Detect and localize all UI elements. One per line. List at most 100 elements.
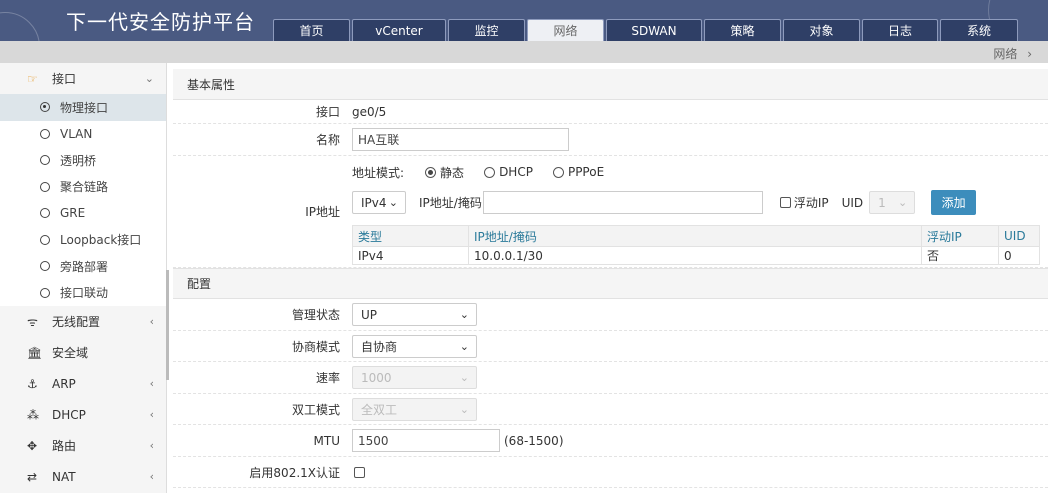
sidebar-item-link-aggregation[interactable]: 聚合链路 <box>0 173 166 200</box>
main-nav-tabs: 首页 vCenter 监控 网络 SDWAN 策略 对象 日志 系统 <box>273 19 1018 41</box>
name-label: 名称 <box>315 133 340 147</box>
sidebar-item-label: VLAN <box>60 126 93 141</box>
speed-select[interactable]: 1000 ⌄ <box>352 366 477 389</box>
sidebar-group-label: 无线配置 <box>52 315 101 329</box>
sidebar-item-transparent-bridge[interactable]: 透明桥 <box>0 147 166 174</box>
column-header[interactable]: 浮动IP <box>921 225 999 247</box>
section-header-basic: 基本属性 <box>173 69 1048 100</box>
sidebar-group-arp[interactable]: ⚓ ARP ‹ <box>0 368 166 399</box>
mtu-input[interactable]: 1500 <box>352 429 500 452</box>
float-ip-label: 浮动IP <box>793 196 829 210</box>
negotiation-label: 协商模式 <box>291 339 340 354</box>
chevron-left-icon: ‹ <box>149 377 154 390</box>
tab-system[interactable]: 系统 <box>940 19 1018 41</box>
dot1x-checkbox[interactable] <box>354 466 365 478</box>
admin-state-select[interactable]: UP ⌄ <box>352 303 477 326</box>
add-ip-button[interactable]: 添加 <box>931 190 977 215</box>
sidebar-group-label: ARP <box>52 376 76 391</box>
radio-label: PPPoE <box>567 165 605 179</box>
chevron-down-icon: ⌄ <box>388 196 398 209</box>
sidebar-item-interface-linkage[interactable]: 接口联动 <box>0 279 166 306</box>
radio-dhcp[interactable]: DHCP <box>484 165 533 179</box>
sidebar-group-interface[interactable]: ☞ 接口 ⌄ <box>0 63 166 94</box>
chevron-left-icon: ‹ <box>149 315 154 328</box>
radio-icon <box>484 166 496 178</box>
ip-mask-input[interactable] <box>482 191 763 214</box>
duplex-label: 双工模式 <box>291 402 340 417</box>
ip-address-label: IP地址 <box>305 205 340 219</box>
table-header-row: 类型 IP地址/掩码 浮动IP UID <box>352 225 1040 247</box>
breadcrumb-item[interactable]: 网络 <box>993 47 1017 61</box>
radio-pppoe[interactable]: PPPoE <box>552 165 605 179</box>
sidebar-group-label: 安全域 <box>52 346 89 360</box>
table-row[interactable]: IPv4 10.0.0.1/30 否 0 <box>352 246 1040 265</box>
column-header[interactable]: IP地址/掩码 <box>468 225 922 247</box>
sidebar-item-loopback[interactable]: Loopback接口 <box>0 226 166 253</box>
duplex-value: 全双工 <box>361 402 398 417</box>
column-header[interactable]: 类型 <box>352 225 469 247</box>
sidebar-group-routing[interactable]: ✥ 路由 ‹ <box>0 430 166 461</box>
duplex-select[interactable]: 全双工 ⌄ <box>352 397 477 421</box>
tab-logs[interactable]: 日志 <box>862 19 938 41</box>
form-row-name: 名称 HA互联 <box>173 124 1048 156</box>
radio-static[interactable]: 静态 <box>425 164 464 181</box>
sidebar-group-dhcp[interactable]: ⁂ DHCP ‹ <box>0 399 166 430</box>
mtu-range-hint: (68-1500) <box>504 433 564 448</box>
sidebar-item-label: 旁路部署 <box>60 259 109 274</box>
name-input[interactable]: HA互联 <box>352 128 569 151</box>
sidebar-scrollbar[interactable] <box>166 270 169 380</box>
sidebar-item-label: Loopback接口 <box>60 233 142 248</box>
sidebar-group-label: NAT <box>52 469 76 484</box>
sidebar-item-label: 聚合链路 <box>60 180 109 195</box>
address-mode-group: 地址模式: 静态 DHCP PPPoE <box>352 164 624 180</box>
ip-version-select[interactable]: IPv4 ⌄ <box>352 191 406 214</box>
sidebar-group-wireless[interactable]: ᯤ 无线配置 ‹ <box>0 306 166 337</box>
radio-label: 静态 <box>440 165 465 180</box>
chevron-left-icon: ‹ <box>149 408 154 421</box>
sidebar-group-security-zone[interactable]: 🏛 安全域 <box>0 337 166 368</box>
bullet-icon <box>40 102 50 113</box>
bullet-icon <box>40 208 50 219</box>
radio-checked-icon <box>425 166 437 178</box>
sidebar-group-label: 路由 <box>52 439 77 453</box>
sidebar-item-bypass[interactable]: 旁路部署 <box>0 253 166 280</box>
sidebar-item-gre[interactable]: GRE <box>0 200 166 227</box>
ip-entry-row: IPv4 ⌄ IP地址/掩码 浮动IP UID 1 ⌄ 添加 <box>352 190 977 215</box>
breadcrumb-arrow-icon: › <box>1027 47 1032 61</box>
sidebar-item-label: 接口联动 <box>60 286 109 301</box>
table-cell: 否 <box>921 246 999 265</box>
form-row-ip: IP地址 地址模式: 静态 DHCP PPPoE IPv4 ⌄ IP地址/掩码 … <box>173 156 1048 268</box>
sidebar-item-vlan[interactable]: VLAN <box>0 120 166 147</box>
hand-pointer-icon: ☞ <box>27 71 38 86</box>
float-ip-checkbox[interactable] <box>779 197 791 208</box>
form-row-mtu: MTU 1500 (68-1500) <box>173 425 1048 457</box>
tab-network[interactable]: 网络 <box>527 19 604 41</box>
table-cell: 10.0.0.1/30 <box>468 246 922 265</box>
form-row-interface: 接口 ge0/5 <box>173 100 1048 124</box>
bullet-icon <box>40 287 50 298</box>
bank-icon: 🏛 <box>27 345 43 360</box>
tab-monitor[interactable]: 监控 <box>448 19 525 41</box>
sidebar-item-physical-interface[interactable]: 物理接口 <box>0 94 166 121</box>
sidebar-group-nat[interactable]: ⇄ NAT ‹ <box>0 461 166 492</box>
tab-policy[interactable]: 策略 <box>704 19 781 41</box>
tab-vcenter[interactable]: vCenter <box>352 19 446 41</box>
bullet-icon <box>40 234 50 245</box>
tab-sdwan[interactable]: SDWAN <box>606 19 702 41</box>
uid-select[interactable]: 1 ⌄ <box>869 191 916 214</box>
tab-home[interactable]: 首页 <box>273 19 350 41</box>
form-row-dot1x: 启用802.1X认证 <box>173 457 1048 488</box>
chevron-down-icon: ⌄ <box>459 402 469 416</box>
column-header[interactable]: UID <box>998 225 1040 247</box>
header-decoration <box>0 12 40 41</box>
section-header-config: 配置 <box>173 268 1048 299</box>
dot1x-label: 启用802.1X认证 <box>249 465 340 480</box>
sidebar-group-label: DHCP <box>52 407 86 422</box>
chevron-left-icon: ‹ <box>149 470 154 483</box>
bullet-icon <box>40 181 50 192</box>
negotiation-select[interactable]: 自协商 ⌄ <box>352 334 477 358</box>
uid-value: 1 <box>878 195 886 210</box>
form-row-speed: 速率 1000 ⌄ <box>173 362 1048 394</box>
sidebar-item-label: GRE <box>60 206 86 221</box>
tab-objects[interactable]: 对象 <box>783 19 860 41</box>
